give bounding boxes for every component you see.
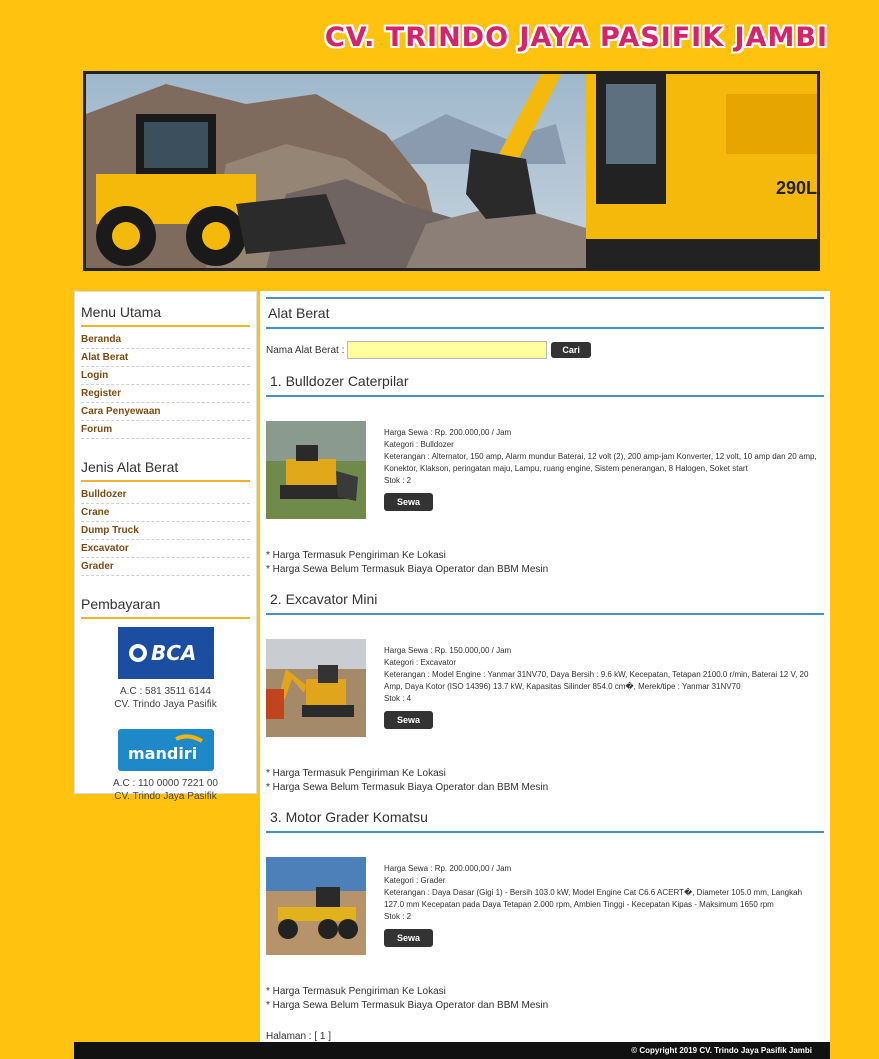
- product-description: Keterangan : Alternator, 150 amp, Alarm …: [384, 452, 817, 473]
- product-price: Harga Sewa : Rp. 200.000,00 / Jam: [384, 864, 512, 873]
- note-delivery: * Harga Termasuk Pengiriman Ke Lokasi: [266, 550, 446, 561]
- product-category: Kategori : Bulldozer: [384, 440, 454, 449]
- menu-item-cara-penyewaan[interactable]: Cara Penyewaan: [81, 403, 250, 421]
- product-stock: Stok : 2: [384, 476, 412, 485]
- search-input[interactable]: [347, 341, 548, 359]
- note-operator: * Harga Sewa Belum Termasuk Biaya Operat…: [266, 564, 549, 575]
- note-operator: * Harga Sewa Belum Termasuk Biaya Operat…: [266, 1000, 549, 1011]
- bca-logo-icon: BCA: [117, 627, 214, 679]
- product-body: Harga Sewa : Rp. 200.000,00 / Jam Katego…: [266, 421, 824, 519]
- mandiri-account: A.C : 110 0000 7221 00: [113, 778, 218, 789]
- product-category: Kategori : Excavator: [384, 658, 457, 667]
- jenis-alat-heading: Jenis Alat Berat: [81, 455, 250, 482]
- product-info: Harga Sewa : Rp. 200.000,00 / Jam Katego…: [384, 421, 824, 519]
- product-stock: Stok : 2: [384, 912, 412, 921]
- mandiri-logo-icon: mandiri: [117, 729, 214, 771]
- sidebar: Menu Utama Beranda Alat Berat Login Regi…: [74, 291, 257, 802]
- product-notes: * Harga Termasuk Pengiriman Ke Lokasi * …: [266, 767, 824, 795]
- rent-button[interactable]: Sewa: [384, 929, 434, 947]
- product-item: 3. Motor Grader Komatsu Harga Sewa : Rp.…: [266, 795, 824, 1013]
- product-notes: * Harga Termasuk Pengiriman Ke Lokasi * …: [266, 985, 824, 1013]
- banner-illustration-icon: 290L: [86, 74, 817, 268]
- menu-utama-section: Menu Utama Beranda Alat Berat Login Regi…: [81, 300, 250, 439]
- page: CV. TRINDO JAYA PASIFIK JAMBI 290L Menu …: [8, 8, 876, 1059]
- search-button[interactable]: Cari: [551, 342, 591, 358]
- category-bulldozer[interactable]: Bulldozer: [81, 486, 250, 504]
- note-operator: * Harga Sewa Belum Termasuk Biaya Operat…: [266, 782, 549, 793]
- excavator-photo-icon[interactable]: [266, 639, 366, 737]
- product-stock: Stok : 4: [384, 694, 412, 703]
- svg-text:290L: 290L: [776, 178, 817, 198]
- bca-holder: CV. Trindo Jaya Pasifik: [114, 699, 217, 710]
- note-delivery: * Harga Termasuk Pengiriman Ke Lokasi: [266, 986, 446, 997]
- product-price: Harga Sewa : Rp. 200.000,00 / Jam: [384, 428, 512, 437]
- rent-button[interactable]: Sewa: [384, 493, 434, 511]
- product-item: 2. Excavator Mini Harga Sewa : Rp. 150.0…: [266, 577, 824, 795]
- note-delivery: * Harga Termasuk Pengiriman Ke Lokasi: [266, 768, 446, 779]
- product-info: Harga Sewa : Rp. 150.000,00 / Jam Katego…: [384, 639, 824, 737]
- product-title[interactable]: 3. Motor Grader Komatsu: [266, 795, 824, 833]
- search-label: Nama Alat Berat :: [266, 344, 345, 356]
- product-category: Kategori : Grader: [384, 876, 446, 885]
- footer-copyright: © Copyright 2019 CV. Trindo Jaya Pasifik…: [74, 1042, 830, 1059]
- product-item: 1. Bulldozer Caterpilar Harga Sewa : Rp.…: [266, 359, 824, 577]
- page-title: Alat Berat: [266, 297, 824, 329]
- menu-item-login[interactable]: Login: [81, 367, 250, 385]
- site-title: CV. TRINDO JAYA PASIFIK JAMBI: [324, 22, 828, 53]
- mandiri-holder: CV. Trindo Jaya Pasifik: [114, 791, 217, 802]
- svg-text:mandiri: mandiri: [128, 744, 197, 763]
- bca-account: A.C : 581 3511 6144: [120, 686, 211, 697]
- main-content: Alat Berat Nama Alat Berat : Cari 1. Bul…: [260, 291, 830, 1043]
- product-title[interactable]: 2. Excavator Mini: [266, 577, 824, 615]
- bulldozer-photo-icon[interactable]: [266, 421, 366, 519]
- search-form: Nama Alat Berat : Cari: [266, 341, 824, 359]
- product-description: Keterangan : Model Engine : Yanmar 31NV7…: [384, 670, 809, 691]
- menu-item-register[interactable]: Register: [81, 385, 250, 403]
- category-crane[interactable]: Crane: [81, 504, 250, 522]
- product-body: Harga Sewa : Rp. 200.000,00 / Jam Katego…: [266, 857, 824, 955]
- product-notes: * Harga Termasuk Pengiriman Ke Lokasi * …: [266, 549, 824, 577]
- payment-section: Pembayaran BCA A.C : 581 3511 6144 CV. T…: [81, 592, 250, 803]
- product-body: Harga Sewa : Rp. 150.000,00 / Jam Katego…: [266, 639, 824, 737]
- product-info: Harga Sewa : Rp. 200.000,00 / Jam Katego…: [384, 857, 824, 955]
- category-grader[interactable]: Grader: [81, 558, 250, 576]
- menu-item-beranda[interactable]: Beranda: [81, 331, 250, 349]
- rent-button[interactable]: Sewa: [384, 711, 434, 729]
- svg-text:BCA: BCA: [151, 641, 196, 665]
- grader-photo-icon[interactable]: [266, 857, 366, 955]
- jenis-alat-section: Jenis Alat Berat Bulldozer Crane Dump Tr…: [81, 455, 250, 576]
- menu-item-forum[interactable]: Forum: [81, 421, 250, 439]
- header-banner: 290L: [83, 71, 820, 271]
- product-title[interactable]: 1. Bulldozer Caterpilar: [266, 359, 824, 397]
- menu-item-alat-berat[interactable]: Alat Berat: [81, 349, 250, 367]
- payment-heading: Pembayaran: [81, 592, 250, 619]
- pagination[interactable]: Halaman : [ 1 ]: [266, 1031, 824, 1042]
- category-excavator[interactable]: Excavator: [81, 540, 250, 558]
- product-price: Harga Sewa : Rp. 150.000,00 / Jam: [384, 646, 512, 655]
- menu-utama-heading: Menu Utama: [81, 300, 250, 327]
- product-description: Keterangan : Daya Dasar (Gigi 1) - Bersi…: [384, 888, 803, 909]
- category-dump-truck[interactable]: Dump Truck: [81, 522, 250, 540]
